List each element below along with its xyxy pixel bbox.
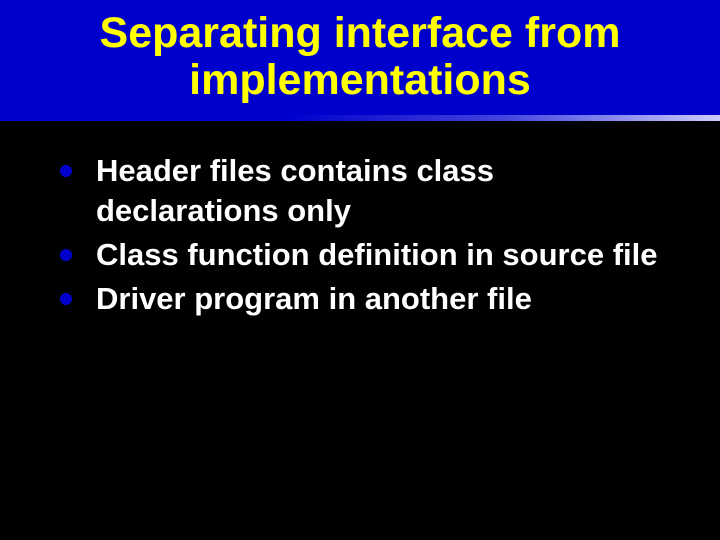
list-item: Class function definition in source file [60,235,680,275]
list-item: Header files contains class declarations… [60,151,680,232]
list-item: Driver program in another file [60,279,680,319]
bullet-icon [60,249,72,261]
bullet-text: Driver program in another file [96,281,532,316]
slide: Separating interface from implementation… [0,0,720,540]
bullet-text: Header files contains class declarations… [96,153,494,228]
bullet-icon [60,165,72,177]
title-band: Separating interface from implementation… [0,0,720,115]
bullet-text: Class function definition in source file [96,237,658,272]
bullet-list: Header files contains class declarations… [60,151,680,320]
bullet-icon [60,293,72,305]
slide-content: Header files contains class declarations… [0,121,720,354]
slide-title: Separating interface from implementation… [20,10,700,105]
